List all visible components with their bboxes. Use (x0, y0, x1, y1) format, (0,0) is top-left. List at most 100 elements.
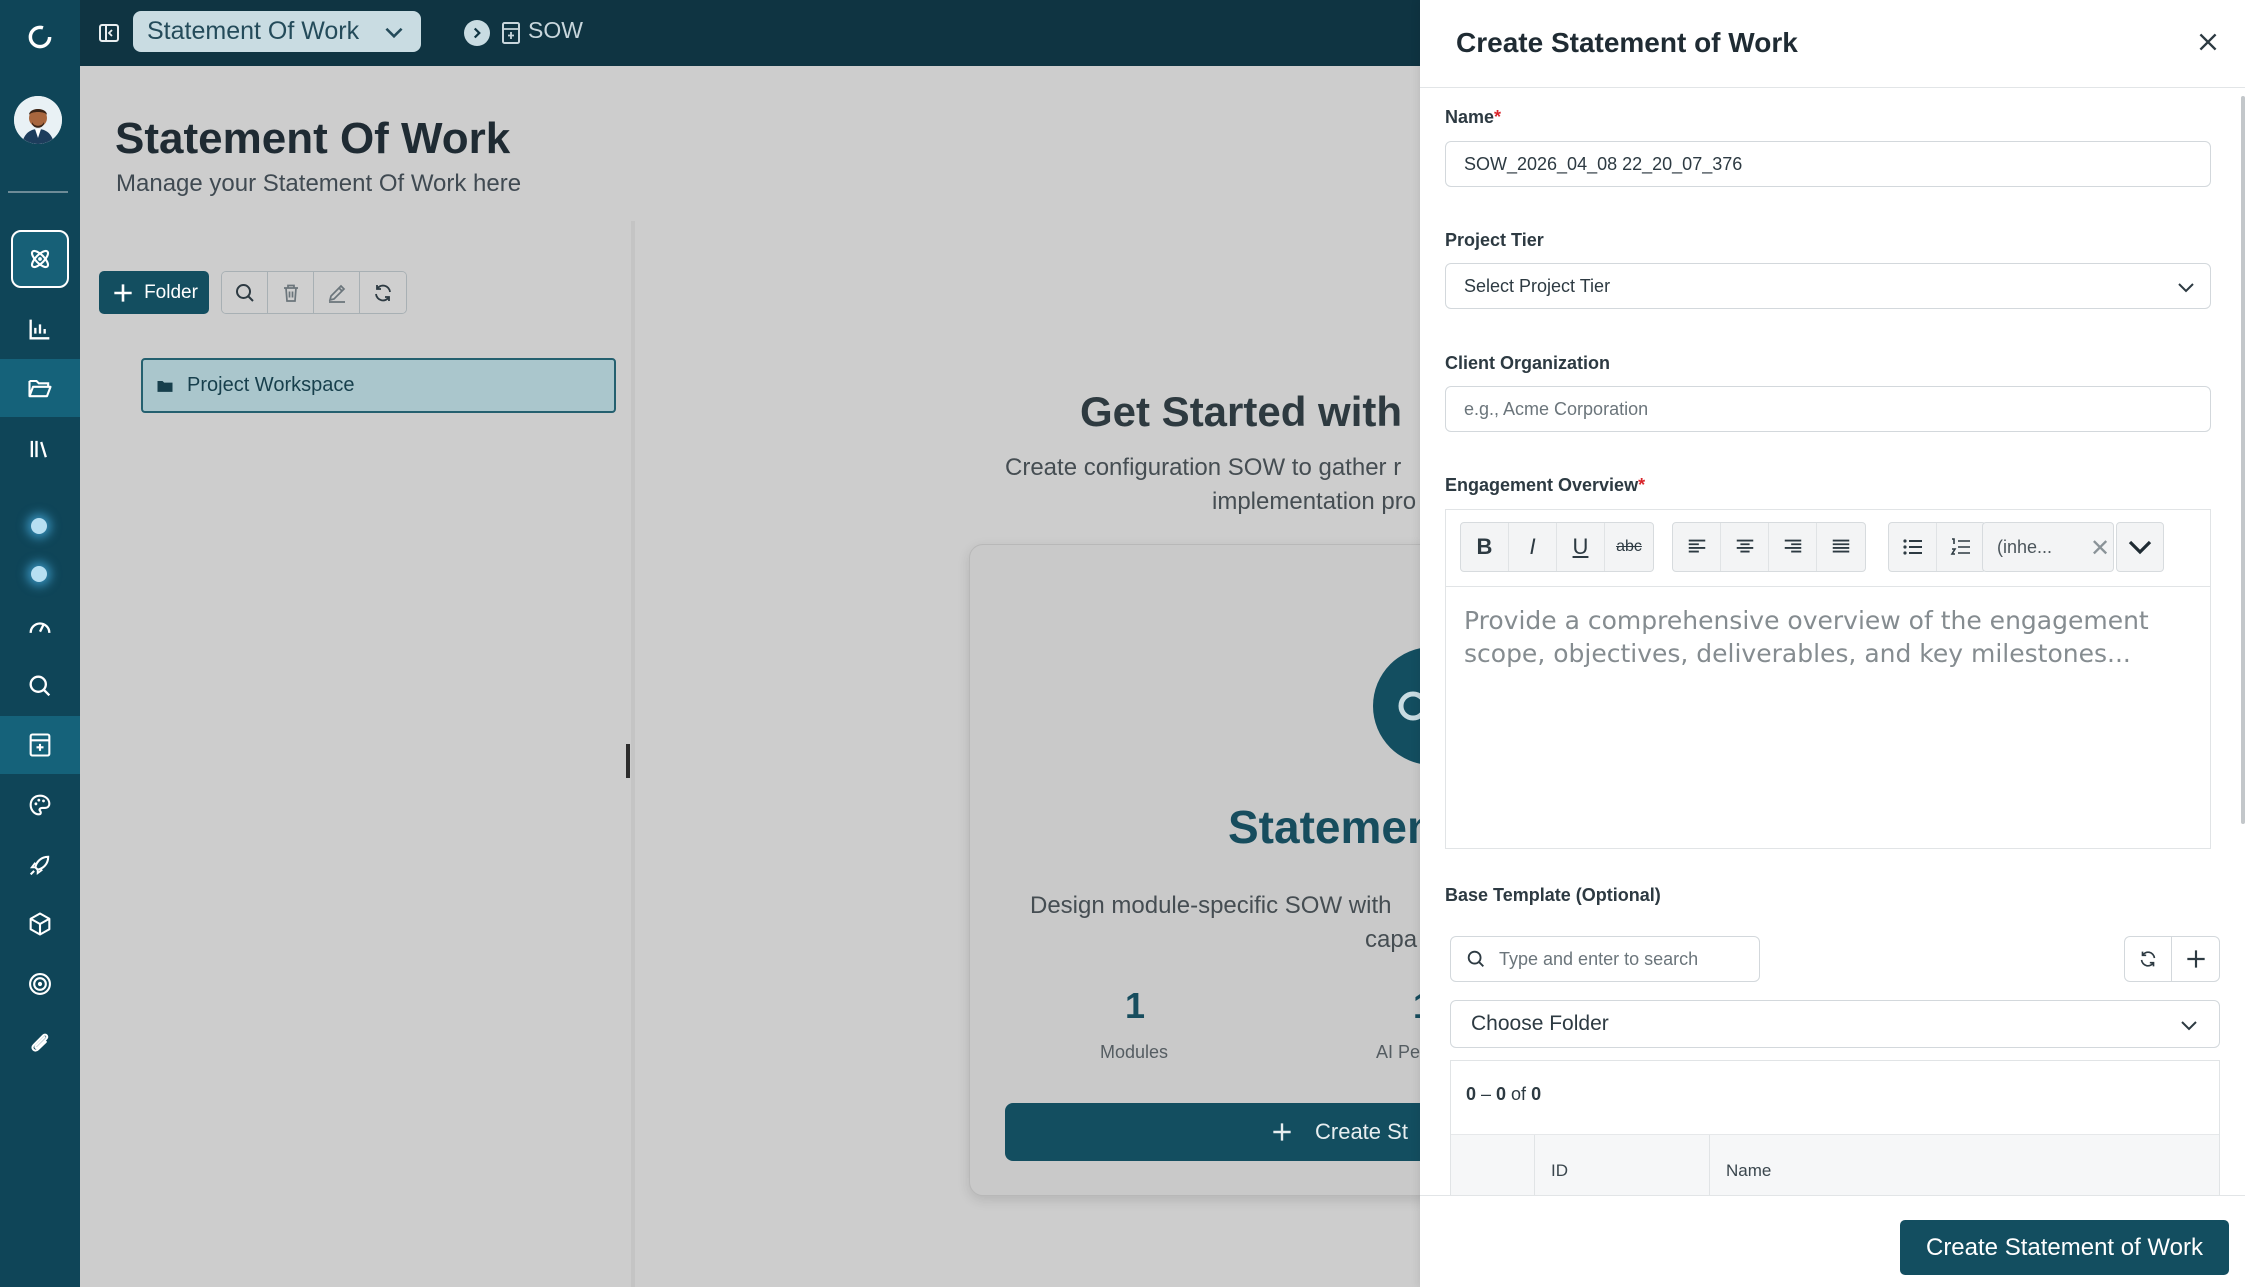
chevron-down-icon (2178, 283, 2194, 293)
breadcrumb-arrow-icon[interactable] (464, 20, 490, 46)
template-table: 0 – 0 of 0 ID Name (1450, 1060, 2220, 1195)
underline-button[interactable]: U (1557, 523, 1605, 571)
pane-splitter[interactable] (631, 221, 635, 1287)
align-left-icon (1688, 539, 1705, 553)
search-icon (235, 283, 254, 302)
chevron-down-icon (385, 27, 403, 38)
choose-folder-select[interactable]: Choose Folder (1450, 1000, 2220, 1048)
close-icon (2199, 33, 2217, 51)
sidebar-item-goals[interactable] (0, 955, 80, 1013)
bullet-list-button[interactable] (1889, 523, 1937, 571)
card-description-line2: capa (1365, 926, 1418, 953)
sidebar-toggle-icon[interactable] (92, 16, 126, 50)
template-search-input[interactable]: Type and enter to search (1450, 936, 1760, 982)
tree-item-project-workspace[interactable]: Project Workspace (141, 358, 616, 413)
align-right-button[interactable] (1769, 523, 1817, 571)
align-right-icon (1784, 539, 1801, 553)
pager-total: 0 (1531, 1084, 1542, 1104)
template-refresh-button[interactable] (2125, 937, 2173, 981)
font-dropdown-button[interactable] (2116, 522, 2164, 572)
status-dot[interactable] (31, 518, 47, 534)
document-icon (500, 19, 522, 47)
atom-icon (30, 249, 50, 269)
align-justify-button[interactable] (1817, 523, 1865, 571)
client-org-input[interactable]: e.g., Acme Corporation (1445, 386, 2211, 432)
column-divider (1534, 1135, 1535, 1195)
name-field-value: SOW_2026_04_08 22_20_07_376 (1464, 153, 1743, 174)
stat-modules-label: Modules (1100, 1042, 1169, 1062)
sidebar-item-theme[interactable] (0, 776, 80, 834)
avatar[interactable] (14, 96, 62, 144)
folder-edit-button[interactable] (314, 272, 360, 313)
bullet-list-icon (1902, 539, 1922, 555)
status-dot[interactable] (31, 566, 47, 582)
sidebar-item-library[interactable] (0, 420, 80, 478)
table-pager: 0 – 0 of 0 (1466, 1084, 1542, 1104)
column-header-name[interactable]: Name (1726, 1161, 1771, 1181)
folder-open-icon (28, 379, 52, 398)
sidebar-item-attachments[interactable] (0, 1014, 80, 1072)
splitter-handle[interactable] (626, 744, 630, 778)
folder-refresh-button[interactable] (360, 272, 406, 313)
strikethrough-button[interactable]: abc (1605, 523, 1653, 571)
numbered-list-button[interactable] (1937, 523, 1985, 571)
card-description-line1: Design module-specific SOW with (1030, 892, 1392, 919)
folder-delete-button[interactable] (268, 272, 314, 313)
name-field[interactable]: SOW_2026_04_08 22_20_07_376 (1445, 141, 2211, 187)
column-header-id[interactable]: ID (1551, 1161, 1568, 1181)
create-sow-submit-button[interactable]: Create Statement of Work (1900, 1220, 2229, 1275)
sidebar-item-sow[interactable] (0, 716, 80, 774)
align-group (1672, 522, 1866, 572)
workspace-select[interactable]: Statement Of Work (133, 11, 421, 52)
align-left-button[interactable] (1673, 523, 1721, 571)
chevron-down-icon (2181, 1021, 2197, 1031)
base-template-label: Base Template (Optional) (1445, 885, 1661, 905)
editor-toolbar: B I U abc (inhe... ✕ (1446, 510, 2210, 587)
stat-ai-label: AI Pe (1376, 1042, 1421, 1062)
sidebar-item-atom[interactable] (0, 230, 80, 288)
bold-button[interactable]: B (1461, 523, 1509, 571)
empty-state-subtitle-line2: implementation pro (1212, 488, 1417, 515)
pencil-icon (328, 284, 345, 303)
template-add-button[interactable] (2172, 937, 2219, 981)
cube-icon (29, 912, 51, 936)
plus-icon (2186, 950, 2205, 968)
library-icon (30, 440, 47, 458)
sidebar-item-performance[interactable] (0, 598, 80, 656)
sidebar-divider (8, 191, 68, 193)
table-header: ID Name (1451, 1134, 2219, 1195)
plus-icon (1273, 1123, 1291, 1141)
add-folder-button[interactable]: Folder (99, 271, 209, 314)
clear-font-icon[interactable]: ✕ (2090, 534, 2110, 563)
gauge-icon (29, 622, 51, 633)
italic-button[interactable]: I (1509, 523, 1557, 571)
sidebar-item-deploy[interactable] (0, 836, 80, 894)
panel-scrollbar-thumb[interactable] (2241, 96, 2245, 824)
sidebar-item-search[interactable] (0, 657, 80, 715)
format-group: B I U abc (1460, 522, 1654, 572)
required-marker: * (1494, 107, 1502, 127)
sidebar-item-analytics[interactable] (0, 300, 80, 358)
chevron-down-icon (2128, 540, 2152, 555)
project-tier-select[interactable]: Select Project Tier (1445, 263, 2211, 309)
empty-state-subtitle-line1: Create configuration SOW to gather r (1005, 454, 1402, 481)
breadcrumb-current[interactable]: SOW (528, 17, 583, 44)
target-icon (29, 973, 51, 995)
folder-actions (221, 271, 407, 314)
paperclip-icon (31, 1033, 49, 1052)
tree-item-label: Project Workspace (187, 374, 355, 396)
create-sow-panel: Create Statement of Work Name * SOW_2026_… (1420, 0, 2245, 1287)
sidebar-item-modules[interactable] (0, 895, 80, 953)
sidebar-item-files[interactable] (0, 359, 80, 417)
template-search-placeholder: Type and enter to search (1499, 948, 1699, 969)
refresh-icon (2140, 951, 2156, 967)
folder-icon (157, 380, 173, 392)
logo-icon[interactable] (0, 8, 80, 66)
align-center-button[interactable] (1721, 523, 1769, 571)
trash-icon (283, 284, 298, 302)
engagement-overview-textarea[interactable]: Provide a comprehensive overview of the … (1464, 604, 2194, 670)
folder-search-button[interactable] (222, 272, 268, 313)
bar-chart-icon (29, 319, 50, 340)
close-button[interactable] (2193, 27, 2223, 57)
client-org-label: Client Organization (1445, 353, 1611, 373)
